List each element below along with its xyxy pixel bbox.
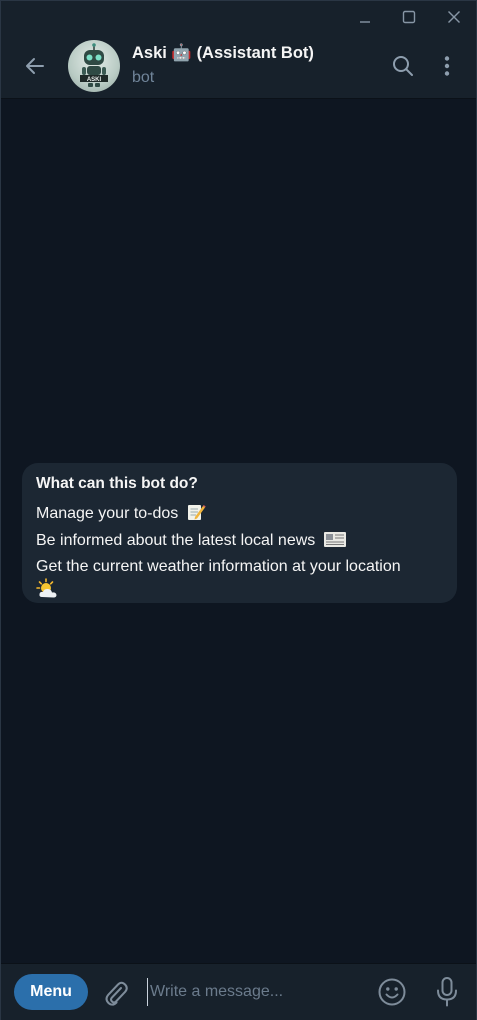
maximize-icon: [402, 10, 416, 23]
title-bar: [1, 1, 476, 32]
maximize-button[interactable]: [387, 1, 431, 32]
minimize-button[interactable]: [343, 1, 387, 32]
paperclip-icon: [105, 981, 128, 1006]
back-button[interactable]: [19, 50, 51, 82]
close-window-button[interactable]: [432, 1, 476, 32]
emoji-button[interactable]: [376, 976, 408, 1008]
bot-description-line: [36, 578, 443, 607]
memo-icon: [186, 502, 206, 529]
bot-description-text: Be informed about the latest local news: [36, 532, 316, 549]
chat-status: bot: [132, 69, 155, 86]
bot-description-text: Get the current weather information at y…: [36, 558, 401, 575]
bot-description-text: Manage your to-dos: [36, 505, 179, 522]
smiley-icon: [378, 978, 406, 1006]
microphone-icon: [437, 977, 457, 1007]
message-input[interactable]: [147, 978, 357, 1006]
message-area[interactable]: What can this bot do? Manage your to-dos: [1, 100, 476, 963]
bot-description-title: What can this bot do?: [36, 475, 198, 492]
chat-title[interactable]: Aski 🤖 (Assistant Bot): [132, 44, 314, 63]
arrow-left-icon: [26, 58, 44, 74]
search-icon: [393, 56, 413, 76]
bot-description-line: Manage your to-dos: [36, 502, 443, 529]
close-icon: [448, 10, 460, 23]
svg-text:ASKI: ASKI: [87, 77, 102, 83]
message-composer: Menu: [1, 963, 476, 1020]
newspaper-icon: [323, 529, 347, 556]
bot-menu-button[interactable]: Menu: [14, 974, 88, 1010]
avatar[interactable]: ASKI: [68, 40, 120, 92]
bot-description-card: What can this bot do? Manage your to-dos: [22, 463, 457, 603]
sun-behind-cloud-icon: [36, 578, 60, 607]
more-options-button[interactable]: [431, 50, 463, 82]
search-button[interactable]: [387, 50, 419, 82]
attach-button[interactable]: [101, 977, 131, 1009]
minimize-icon: [360, 20, 370, 23]
app-window: ASKI Aski 🤖 (Assistant Bot) bot What can…: [0, 0, 477, 1020]
bot-description-line: Be informed about the latest local news: [36, 529, 443, 556]
robot-avatar-icon: ASKI: [80, 43, 108, 87]
chat-header: ASKI Aski 🤖 (Assistant Bot) bot: [1, 32, 476, 99]
voice-message-button[interactable]: [432, 975, 462, 1009]
more-vertical-icon: [444, 56, 450, 76]
